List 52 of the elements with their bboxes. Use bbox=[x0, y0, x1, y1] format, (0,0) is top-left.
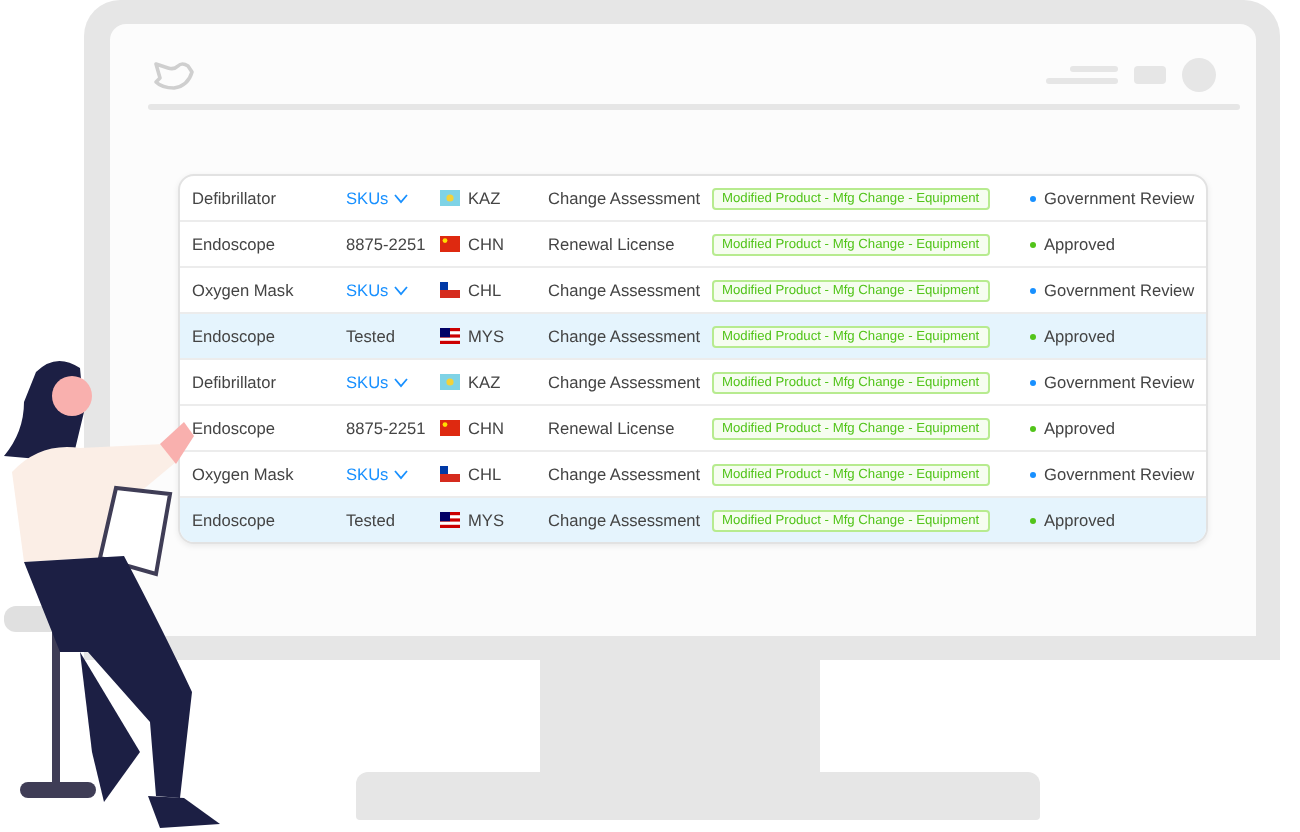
country-code: CHL bbox=[468, 464, 502, 484]
status-text: Approved bbox=[1044, 234, 1116, 254]
product-cell-text: Defibrillator bbox=[192, 188, 278, 208]
country-code: KAZ bbox=[468, 188, 501, 208]
status-text: Government Review bbox=[1044, 464, 1195, 484]
product-cell-text: Endoscope bbox=[192, 326, 278, 346]
status-text: Government Review bbox=[1044, 280, 1195, 300]
product-cell-text: Endoscope bbox=[192, 510, 278, 530]
skus-dropdown[interactable]: SKUs bbox=[346, 280, 440, 300]
skus-dropdown[interactable]: SKUs bbox=[346, 372, 440, 392]
country-code: CHN bbox=[468, 234, 504, 254]
country-code: MYS bbox=[468, 326, 504, 346]
type-cell-text: Change Assessment bbox=[548, 464, 703, 484]
chevron-icon bbox=[394, 469, 409, 479]
status-text: Government Review bbox=[1044, 188, 1195, 208]
sku-cell-text: 8875-2251 bbox=[346, 234, 428, 254]
country-code: CHL bbox=[468, 280, 502, 300]
status-text: Government Review bbox=[1044, 372, 1195, 392]
sku-cell-text: 8875-2251 bbox=[346, 418, 428, 438]
country-code: CHN bbox=[468, 418, 504, 438]
country-code: KAZ bbox=[468, 372, 501, 392]
skus-dropdown[interactable]: SKUs bbox=[346, 188, 440, 208]
status-text: Approved bbox=[1044, 510, 1116, 530]
flag-icon bbox=[440, 420, 460, 436]
flag-icon bbox=[440, 512, 460, 528]
flag-icon bbox=[440, 466, 460, 482]
type-cell-text: Change Assessment bbox=[548, 510, 703, 530]
product-cell-text: Oxygen Mask bbox=[192, 464, 296, 484]
type-cell-text: Renewal License bbox=[548, 418, 677, 438]
product-cell-text: Endoscope bbox=[192, 234, 278, 254]
flag-icon bbox=[440, 282, 460, 298]
sku-cell-text: Tested bbox=[346, 326, 397, 346]
flag-icon bbox=[440, 190, 460, 206]
status-text: Approved bbox=[1044, 326, 1116, 346]
product-cell-text: Oxygen Mask bbox=[192, 280, 296, 300]
sku-cell-text: Tested bbox=[346, 510, 397, 530]
type-cell-text: Change Assessment bbox=[548, 188, 703, 208]
product-cell-text: Defibrillator bbox=[192, 372, 278, 392]
product-cell-text: Endoscope bbox=[192, 418, 278, 438]
chevron-icon bbox=[394, 193, 409, 203]
status-text: Approved bbox=[1044, 418, 1116, 438]
skus-dropdown[interactable]: SKUs bbox=[346, 464, 440, 484]
flag-icon bbox=[440, 374, 460, 390]
type-cell-text: Change Assessment bbox=[548, 326, 703, 346]
type-cell-text: Change Assessment bbox=[548, 280, 703, 300]
chevron-icon bbox=[394, 285, 409, 295]
flag-icon bbox=[440, 328, 460, 344]
flag-icon bbox=[440, 236, 460, 252]
type-cell-text: Change Assessment bbox=[548, 372, 703, 392]
country-code: MYS bbox=[468, 510, 504, 530]
type-cell-text: Renewal License bbox=[548, 234, 677, 254]
chevron-icon bbox=[394, 377, 409, 387]
